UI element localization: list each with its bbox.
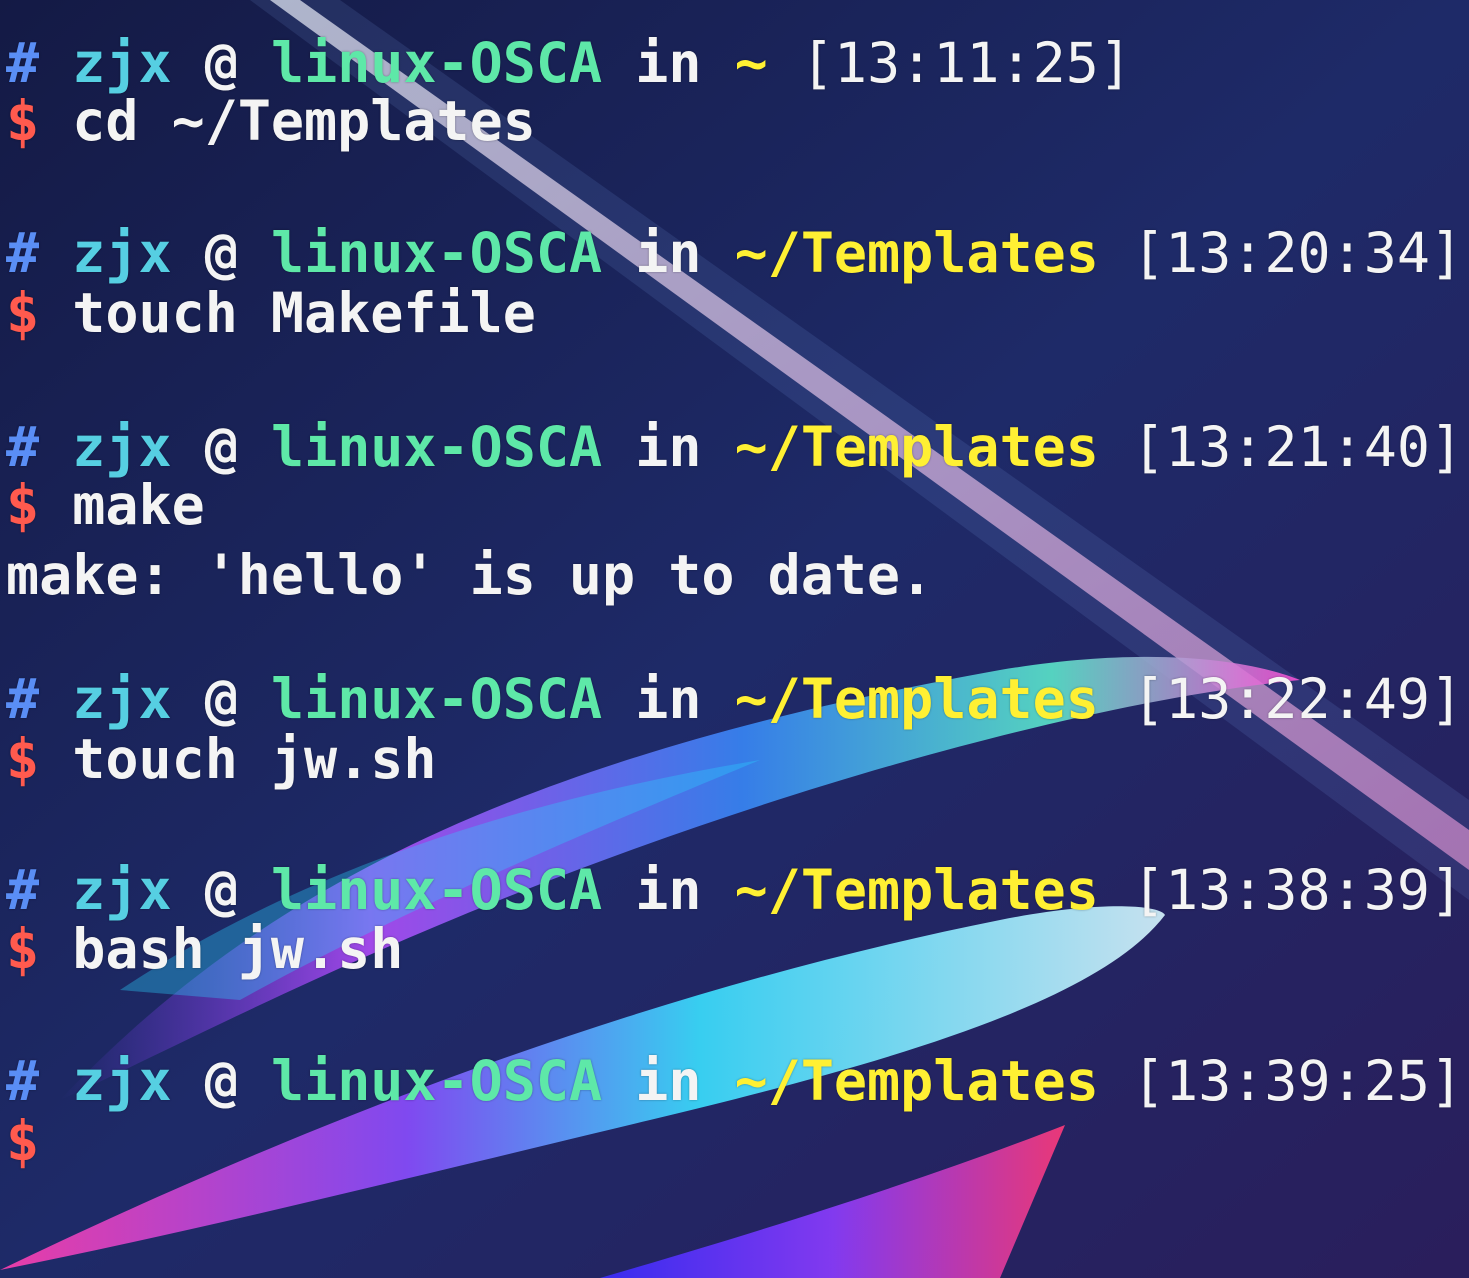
- prompt-at: @: [204, 415, 238, 479]
- dollar-sign: $: [6, 281, 40, 345]
- command-line: $ bash jw.sh: [6, 914, 403, 984]
- prompt-host: linux-OSCA: [270, 415, 603, 479]
- prompt-host: linux-OSCA: [270, 221, 603, 285]
- prompt-timestamp: [13:38:39]: [1131, 858, 1464, 922]
- prompt-directory: ~/Templates: [734, 667, 1099, 731]
- prompt-directory: ~/Templates: [734, 221, 1099, 285]
- prompt-user: zjx: [72, 221, 172, 285]
- prompt-hash: #: [6, 221, 40, 285]
- prompt-line: # zjx @ linux-OSCA in ~/Templates [13:21…: [6, 412, 1463, 482]
- prompt-at: @: [204, 858, 238, 922]
- dollar-sign: $: [6, 89, 40, 153]
- dollar-sign: $: [6, 473, 40, 537]
- prompt-in: in: [635, 858, 702, 922]
- prompt-line: # zjx @ linux-OSCA in ~/Templates [13:39…: [6, 1046, 1463, 1116]
- prompt-timestamp: [13:11:25]: [800, 31, 1132, 95]
- prompt-user: zjx: [72, 667, 172, 731]
- prompt-host: linux-OSCA: [270, 1049, 603, 1113]
- prompt-user: zjx: [72, 858, 172, 922]
- dollar-sign: $: [6, 1109, 40, 1173]
- command-text: touch jw.sh: [72, 727, 437, 791]
- terminal-window[interactable]: # zjx @ linux-OSCA in ~ [13:11:25] $ cd …: [0, 0, 1469, 1278]
- command-line: $ touch jw.sh: [6, 724, 437, 794]
- prompt-in: in: [635, 415, 702, 479]
- prompt-directory: ~/Templates: [734, 415, 1099, 479]
- prompt-in: in: [635, 31, 702, 95]
- prompt-host: linux-OSCA: [270, 858, 603, 922]
- command-input-line[interactable]: $: [6, 1106, 72, 1176]
- prompt-in: in: [635, 221, 702, 285]
- command-line: $ touch Makefile: [6, 278, 536, 348]
- prompt-timestamp: [13:22:49]: [1131, 667, 1464, 731]
- command-text: bash jw.sh: [72, 917, 404, 981]
- dollar-sign: $: [6, 917, 40, 981]
- command-output: make: 'hello' is up to date.: [6, 543, 934, 607]
- prompt-at: @: [204, 667, 238, 731]
- prompt-in: in: [635, 667, 702, 731]
- prompt-host: linux-OSCA: [270, 667, 603, 731]
- prompt-timestamp: [13:39:25]: [1131, 1049, 1464, 1113]
- dollar-sign: $: [6, 727, 40, 791]
- command-line: $ make: [6, 470, 205, 540]
- prompt-hash: #: [6, 1049, 40, 1113]
- prompt-timestamp: [13:20:34]: [1131, 221, 1464, 285]
- prompt-hash: #: [6, 858, 40, 922]
- command-text: touch Makefile: [72, 281, 536, 345]
- prompt-hash: #: [6, 667, 40, 731]
- prompt-directory: ~/Templates: [734, 1049, 1099, 1113]
- prompt-directory: ~/Templates: [734, 858, 1099, 922]
- prompt-timestamp: [13:21:40]: [1131, 415, 1464, 479]
- prompt-user: zjx: [72, 1049, 172, 1113]
- prompt-in: in: [635, 1049, 702, 1113]
- command-text: cd ~/Templates: [72, 89, 536, 153]
- prompt-directory: ~: [734, 31, 768, 95]
- command-line: $ cd ~/Templates: [6, 86, 536, 156]
- prompt-at: @: [204, 221, 238, 285]
- command-text: make: [72, 473, 205, 537]
- prompt-at: @: [204, 1049, 238, 1113]
